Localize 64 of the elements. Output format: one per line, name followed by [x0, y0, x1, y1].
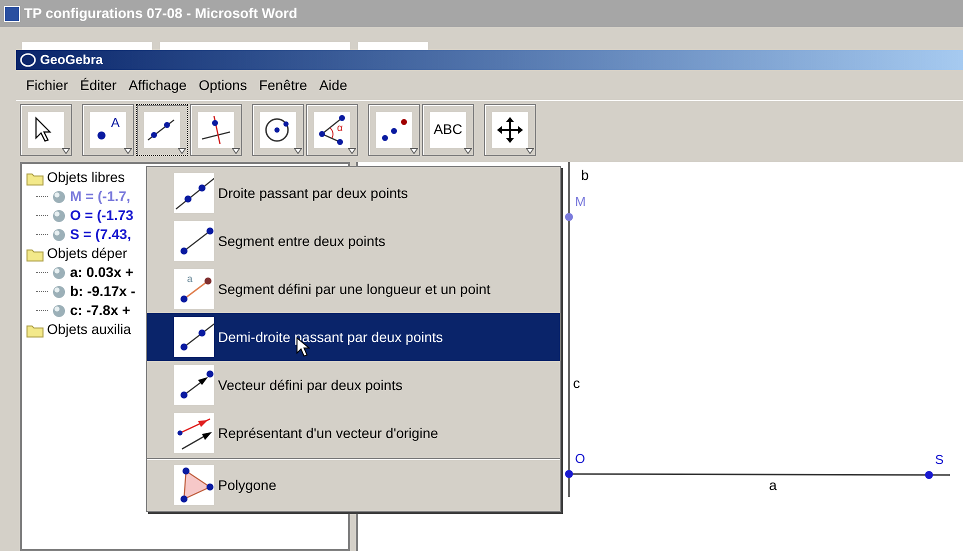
sphere-icon [52, 208, 66, 222]
tree-folder-label[interactable]: Objets libres [47, 167, 125, 188]
icon-label: a [187, 275, 193, 285]
tool-button[interactable]: A [82, 104, 134, 156]
tool-button[interactable] [20, 104, 72, 156]
dropdown-triangle-icon [464, 148, 472, 154]
sphere-icon [52, 266, 66, 280]
geogebra-logo-icon [20, 52, 36, 68]
tool-label: A [111, 114, 120, 132]
menu-item[interactable]: Fenêtre [252, 74, 314, 96]
font-field[interactable] [160, 42, 350, 50]
dropdown-item[interactable]: Demi-droite passant par deux points [147, 313, 560, 361]
dropdown-triangle-icon [124, 148, 132, 154]
dropdown-triangle-icon [526, 148, 534, 154]
tool-button[interactable] [368, 104, 420, 156]
menu-item[interactable]: Fichier [20, 74, 74, 96]
tree-object[interactable]: b: -9.17x - [70, 281, 136, 302]
tree-object[interactable]: S = (7.43, [70, 224, 132, 245]
dropdown-triangle-icon [62, 148, 70, 154]
sphere-icon [52, 304, 66, 318]
window-title: TP configurations 07-08 - Microsoft Word [24, 4, 298, 23]
dropdown-item[interactable]: a Segment défini par une longueur et un point [147, 265, 560, 313]
tree-object[interactable]: O = (-1.73 [70, 205, 134, 226]
style-field[interactable] [22, 42, 152, 50]
dropdown-item[interactable]: Polygone [147, 461, 560, 509]
menu-item[interactable]: Éditer [74, 74, 123, 96]
dropdown-item[interactable]: Vecteur défini par deux points [147, 361, 560, 409]
line-label: b [581, 168, 589, 182]
dropdown-item[interactable]: Segment entre deux points [147, 217, 560, 265]
point-label: O [575, 452, 586, 465]
dropdown-triangle-icon [232, 148, 240, 154]
line-label: a [769, 478, 777, 492]
dropdown-triangle-icon [410, 148, 418, 154]
menu-item[interactable]: Aide [313, 74, 354, 96]
document-icon [4, 6, 20, 22]
sphere-icon [52, 284, 66, 298]
tool-button[interactable] [136, 104, 188, 156]
size-field[interactable] [358, 42, 428, 50]
dropdown-triangle-icon [294, 148, 302, 154]
sphere-icon [52, 228, 66, 242]
point-label: M [575, 195, 586, 208]
dropdown-triangle-icon [348, 148, 356, 154]
tree-folder-label[interactable]: Objets auxilia [47, 319, 132, 340]
tree-object[interactable]: M = (-1.7, [70, 186, 130, 207]
sphere-icon [52, 190, 66, 204]
menu-item[interactable]: Affichage [122, 74, 193, 96]
tree-object[interactable]: c: -7.8x + [70, 300, 130, 321]
menu-item[interactable]: Options [192, 74, 253, 96]
tool-label: ABC [434, 120, 462, 139]
dropdown-triangle-icon [178, 148, 186, 154]
tool-button[interactable] [252, 104, 304, 156]
tool-label: α [337, 122, 343, 136]
point-icon [97, 130, 106, 140]
tree-object[interactable]: a: 0.03x + [70, 262, 134, 283]
tool-button[interactable]: ABC [422, 104, 474, 156]
point-label: S [935, 453, 944, 466]
dropdown-item[interactable]: Représentant d'un vecteur d'origine [147, 409, 560, 457]
line-label: c [573, 376, 580, 390]
window-title: GeoGebra [40, 51, 103, 70]
tool-button[interactable] [190, 104, 242, 156]
tool-button[interactable] [484, 104, 536, 156]
tool-button[interactable]: α [306, 104, 358, 156]
dropdown-item[interactable]: Droite passant par deux points [147, 169, 560, 217]
tree-folder-label[interactable]: Objets déper [47, 243, 128, 264]
